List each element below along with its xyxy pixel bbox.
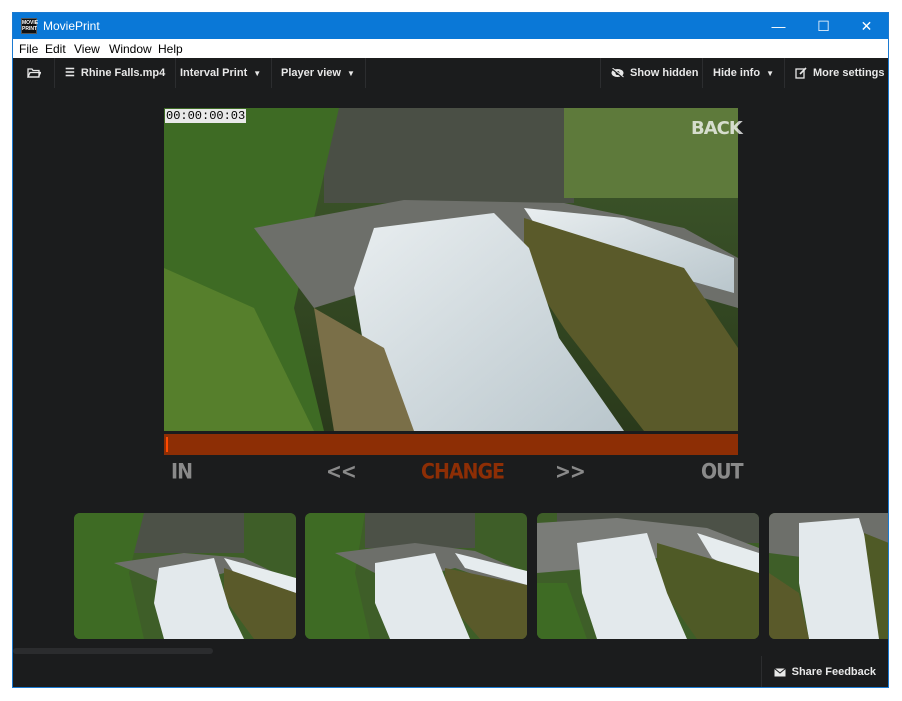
- menu-bar: File Edit View Window Help: [13, 39, 888, 58]
- back-label: BACK: [691, 118, 743, 139]
- scrub-marker[interactable]: [166, 437, 168, 452]
- thumbnail-3[interactable]: [537, 513, 759, 639]
- close-button[interactable]: ✕: [844, 13, 888, 39]
- caret-down-icon: ▼: [253, 69, 262, 78]
- maximize-button[interactable]: ☐: [801, 13, 846, 39]
- view-mode-label: Player view: [281, 67, 341, 79]
- envelope-icon: [773, 656, 786, 687]
- share-feedback-label: Share Feedback: [791, 666, 876, 678]
- change-thumb-button[interactable]: CHANGE: [421, 460, 505, 484]
- caret-down-icon: ▼: [766, 69, 774, 78]
- list-icon: ☰: [65, 67, 75, 79]
- hide-info-label: Hide info: [713, 67, 761, 79]
- previous-frame-button[interactable]: <<: [326, 460, 357, 484]
- menu-view[interactable]: View: [74, 42, 100, 56]
- scrub-bar[interactable]: [164, 434, 738, 455]
- app-logo-icon: MOVIE PRINT: [21, 18, 39, 34]
- horizontal-scrollbar[interactable]: [13, 648, 213, 654]
- hide-info-dropdown[interactable]: Hide info ▼: [702, 58, 784, 88]
- thumbnail-2[interactable]: [305, 513, 527, 639]
- show-hidden-label: Show hidden: [630, 67, 699, 79]
- video-frame[interactable]: [164, 108, 738, 431]
- more-settings-label: More settings: [813, 67, 885, 79]
- edit-icon: [795, 58, 807, 88]
- window-title: MoviePrint: [43, 19, 100, 33]
- caret-down-icon: ▼: [346, 69, 355, 78]
- toolbar: ☰ Rhine Falls.mp4 Interval Print ▼ Player …: [13, 58, 888, 88]
- title-bar[interactable]: MOVIE PRINT MoviePrint — ☐ ✕: [13, 13, 888, 39]
- menu-file[interactable]: File: [19, 42, 38, 56]
- menu-help[interactable]: Help: [158, 42, 183, 56]
- app-window: MOVIE PRINT MoviePrint — ☐ ✕ File Edit V…: [12, 12, 889, 688]
- share-feedback-button[interactable]: Share Feedback: [760, 656, 888, 687]
- thumbnail-1[interactable]: [74, 513, 296, 639]
- timecode-display: 00:00:00:03: [165, 109, 247, 123]
- open-folder-button[interactable]: [13, 58, 55, 88]
- show-hidden-button[interactable]: Show hidden: [600, 58, 708, 88]
- menu-window[interactable]: Window: [109, 42, 152, 56]
- view-mode-dropdown[interactable]: Player view ▼: [271, 58, 366, 88]
- out-point-button[interactable]: OUT: [701, 460, 744, 484]
- minimize-button[interactable]: —: [756, 13, 801, 39]
- file-list-button[interactable]: ☰ Rhine Falls.mp4: [55, 58, 177, 88]
- menu-edit[interactable]: Edit: [45, 42, 66, 56]
- more-settings-button[interactable]: More settings: [784, 58, 888, 88]
- eye-slash-icon: [611, 58, 624, 88]
- next-frame-button[interactable]: >>: [555, 460, 586, 484]
- thumbnail-4[interactable]: [769, 513, 888, 639]
- print-mode-label: Interval Print: [180, 67, 248, 79]
- folder-open-icon: [26, 67, 41, 79]
- file-name-label: Rhine Falls.mp4: [80, 67, 166, 79]
- in-point-button[interactable]: IN: [171, 460, 193, 484]
- print-mode-dropdown[interactable]: Interval Print ▼: [170, 58, 273, 88]
